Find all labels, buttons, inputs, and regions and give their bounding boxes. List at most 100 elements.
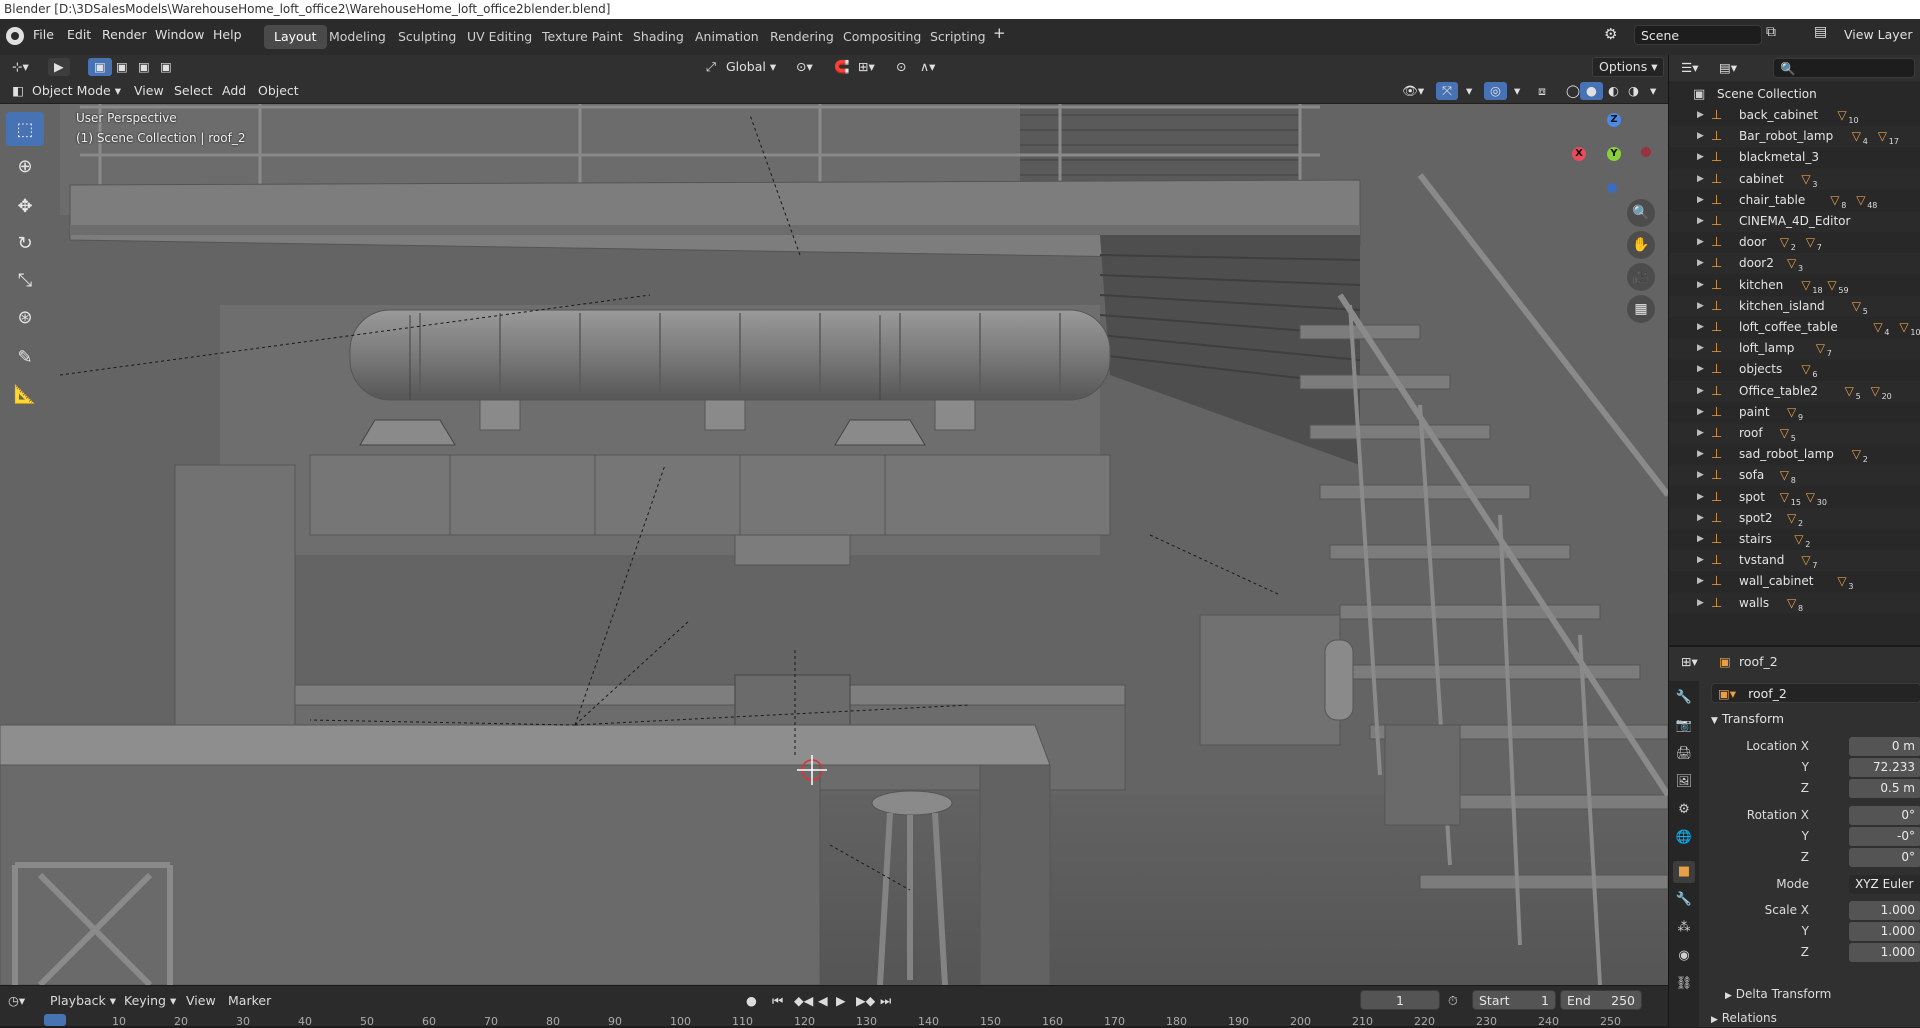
scene-tab-icon[interactable]: ⚙ xyxy=(1673,799,1695,821)
expand-arrow-icon[interactable]: ▶ xyxy=(1697,211,1704,232)
tab-compositing[interactable]: Compositing xyxy=(833,25,931,49)
editor-type-icon[interactable]: ⊹▾ xyxy=(6,58,35,76)
outliner-item[interactable]: ▶ ⊥ chair_table ▽ 8 ▽ 48 xyxy=(1669,190,1920,211)
expand-arrow-icon[interactable]: ▶ xyxy=(1697,402,1704,423)
solid-shading-icon[interactable]: ● xyxy=(1580,82,1603,100)
outliner-item[interactable]: ▶ ⊥ loft_coffee_table ▽ 4 ▽ 10 xyxy=(1669,317,1920,338)
rotation-y-field[interactable]: -0° xyxy=(1849,827,1920,846)
location-z-field[interactable]: 0.5 m xyxy=(1849,779,1920,798)
view-layer-icon[interactable]: ▤ xyxy=(1814,24,1827,40)
expand-arrow-icon[interactable]: ▶ xyxy=(1697,571,1704,592)
menu-object[interactable]: Object xyxy=(252,82,305,100)
annotate-tool-icon[interactable]: ✎ xyxy=(6,340,44,374)
transform-orientation-icon[interactable]: ⤢ xyxy=(700,58,722,76)
outliner-item[interactable]: ▶ ⊥ spot2 ▽ 2 xyxy=(1669,507,1920,529)
gizmo-toggle-icon[interactable]: ⤧ xyxy=(1436,82,1459,100)
snap-target-icon[interactable]: ⊞▾ xyxy=(852,58,881,76)
camera-view-icon[interactable]: 🎥 xyxy=(1627,263,1655,291)
pivot-point-icon[interactable]: ⊙▾ xyxy=(790,58,819,76)
3d-viewport[interactable]: User Perspective (1) Scene Collection | … xyxy=(0,75,1668,985)
menu-file[interactable]: File xyxy=(33,27,54,42)
expand-arrow-icon[interactable]: ▶ xyxy=(1697,338,1704,359)
tab-modeling[interactable]: Modeling xyxy=(319,25,396,49)
zoom-icon[interactable]: 🔍 xyxy=(1627,199,1655,227)
expand-arrow-icon[interactable]: ▶ xyxy=(1697,105,1704,126)
tab-layout[interactable]: Layout xyxy=(264,25,327,49)
shading-dropdown-icon[interactable]: ▾ xyxy=(1644,82,1662,100)
add-workspace-icon[interactable]: + xyxy=(993,24,1006,42)
play-reverse-icon[interactable]: ◀ xyxy=(818,993,828,1008)
tab-texture-paint[interactable]: Texture Paint xyxy=(532,25,633,49)
select-subtract-icon[interactable]: ▣ xyxy=(132,58,156,76)
outliner-item[interactable]: ▶ ⊥ objects ▽ 6 xyxy=(1669,359,1920,380)
overlay-dropdown-icon[interactable]: ▾ xyxy=(1508,82,1526,100)
outliner-item[interactable]: ▶ ⊥ wall_cabinet ▽ 3 xyxy=(1669,571,1920,592)
menu-view[interactable]: View xyxy=(128,82,170,100)
select-extend-icon[interactable]: ▣ xyxy=(110,58,134,76)
outliner-item[interactable]: ▶ ⊥ tvstand ▽ 7 xyxy=(1669,550,1920,572)
outliner-item[interactable]: ▶ ⊥ sofa ▽ 8 xyxy=(1669,465,1920,487)
location-x-field[interactable]: 0 m xyxy=(1849,737,1920,756)
tab-animation[interactable]: Animation xyxy=(685,25,769,49)
view-layer-tab-icon[interactable]: 🖼 xyxy=(1673,771,1695,793)
end-frame-field[interactable]: End 250 xyxy=(1560,990,1642,1010)
outliner-item[interactable]: ▶ ⊥ paint ▽ 9 xyxy=(1669,402,1920,423)
tool-tab-icon[interactable]: 🔧 xyxy=(1673,687,1695,709)
timeline-editor-icon[interactable]: ◷▾ xyxy=(8,993,25,1008)
world-tab-icon[interactable]: 🌐 xyxy=(1673,827,1695,849)
expand-arrow-icon[interactable]: ▶ xyxy=(1697,275,1704,296)
outliner-item[interactable]: ▶ ⊥ CINEMA_4D_Editor xyxy=(1669,211,1920,232)
outliner-root[interactable]: ▣ Scene Collection xyxy=(1669,84,1920,105)
start-frame-field[interactable]: Start 1 xyxy=(1472,990,1556,1010)
relations-header[interactable]: ▶ Relations xyxy=(1711,1011,1777,1025)
expand-arrow-icon[interactable]: ▶ xyxy=(1697,232,1704,253)
view-layer-field[interactable]: View Layer xyxy=(1844,27,1913,42)
expand-arrow-icon[interactable]: ▶ xyxy=(1697,359,1704,380)
outliner-item[interactable]: ▶ ⊥ loft_lamp ▽ 7 xyxy=(1669,338,1920,360)
gizmo-neg-x[interactable] xyxy=(1641,147,1651,157)
rendered-shading-icon[interactable]: ◑ xyxy=(1622,82,1645,100)
rotation-z-field[interactable]: 0° xyxy=(1849,848,1920,867)
keying-menu[interactable]: Keying ▾ xyxy=(124,993,176,1008)
gizmo-dropdown-icon[interactable]: ▾ xyxy=(1460,82,1478,100)
menu-select[interactable]: Select xyxy=(168,82,219,100)
timeline-view-menu[interactable]: View xyxy=(186,993,216,1008)
outliner-item[interactable]: ▶ ⊥ kitchen_island ▽ 5 xyxy=(1669,295,1920,317)
expand-arrow-icon[interactable]: ▶ xyxy=(1697,529,1704,550)
overlay-toggle-icon[interactable]: ◎ xyxy=(1484,82,1507,100)
prev-keyframe-icon[interactable]: ◆◀ xyxy=(794,993,813,1008)
properties-editor-icon[interactable]: ⊞▾ xyxy=(1675,653,1704,671)
pan-hand-icon[interactable]: ✋ xyxy=(1627,231,1655,259)
tab-sculpting[interactable]: Sculpting xyxy=(388,25,466,49)
marker-menu[interactable]: Marker xyxy=(228,993,271,1008)
expand-arrow-icon[interactable]: ▶ xyxy=(1697,508,1704,529)
expand-arrow-icon[interactable]: ▶ xyxy=(1697,190,1704,211)
menu-window[interactable]: Window xyxy=(155,27,204,42)
rotate-tool-icon[interactable]: ↻ xyxy=(6,226,44,260)
next-keyframe-icon[interactable]: ▶◆ xyxy=(856,993,875,1008)
transform-tool-icon[interactable]: ⊛ xyxy=(6,300,44,334)
menu-edit[interactable]: Edit xyxy=(67,27,91,42)
outliner-item[interactable]: ▶ ⊥ Office_table2 ▽ 5 ▽ 20 xyxy=(1669,380,1920,402)
measure-tool-icon[interactable]: 📐 xyxy=(6,377,44,411)
rotation-x-field[interactable]: 0° xyxy=(1849,806,1920,825)
blender-logo-icon[interactable] xyxy=(6,27,24,45)
outliner-item[interactable]: ▶ ⊥ cabinet ▽ 3 xyxy=(1669,168,1920,190)
outliner-item[interactable]: ▶ ⊥ back_cabinet ▽ 10 xyxy=(1669,105,1920,126)
proportional-edit-icon[interactable]: ⊙ xyxy=(890,58,912,76)
gizmo-neg-z[interactable] xyxy=(1607,183,1617,193)
transform-orientation-dropdown[interactable]: Global ▾ xyxy=(720,58,782,76)
expand-arrow-icon[interactable]: ▶ xyxy=(1697,550,1704,571)
expand-arrow-icon[interactable]: ▶ xyxy=(1697,487,1704,508)
expand-arrow-icon[interactable]: ▶ xyxy=(1697,253,1704,274)
object-name-field[interactable]: ▣▾ roof_2 xyxy=(1711,683,1920,703)
expand-arrow-icon[interactable]: ▶ xyxy=(1697,423,1704,444)
gizmo-x-axis[interactable]: X xyxy=(1572,147,1586,161)
expand-arrow-icon[interactable]: ▶ xyxy=(1697,444,1704,465)
select-invert-icon[interactable]: ▣ xyxy=(154,58,178,76)
expand-arrow-icon[interactable]: ▶ xyxy=(1697,593,1704,614)
expand-arrow-icon[interactable]: ▶ xyxy=(1697,296,1704,317)
outliner-item[interactable]: ▶ ⊥ blackmetal_3 xyxy=(1669,147,1920,168)
menu-render[interactable]: Render xyxy=(102,27,147,42)
jump-end-icon[interactable]: ⏭ xyxy=(880,993,891,1009)
